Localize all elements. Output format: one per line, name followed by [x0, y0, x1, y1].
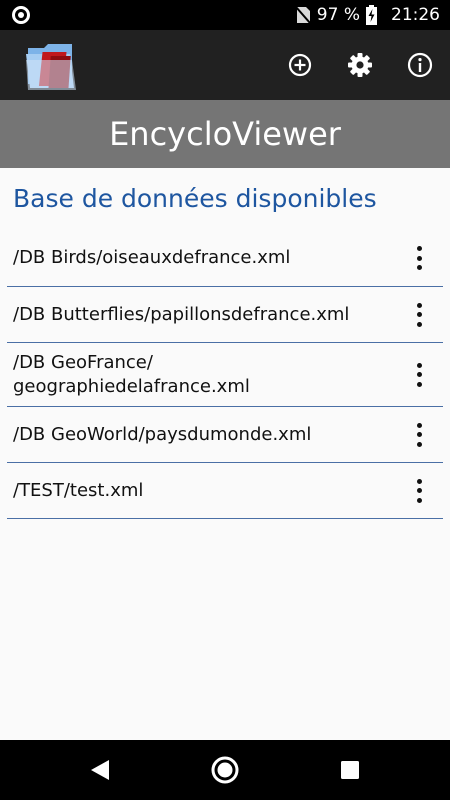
back-icon: [91, 760, 109, 780]
page-title: EncycloViewer: [109, 115, 341, 153]
overflow-dot: [416, 497, 422, 503]
overflow-menu-button[interactable]: [409, 244, 429, 272]
title-bar: EncycloViewer: [0, 100, 450, 168]
section-title: Base de données disponibles: [13, 184, 377, 213]
list-item[interactable]: /TEST/test.xml: [7, 463, 443, 519]
list-item[interactable]: /DB GeoWorld/paysdumonde.xml: [7, 407, 443, 463]
overflow-dot: [416, 422, 422, 428]
overflow-dot: [416, 372, 422, 377]
overflow-dot: [416, 432, 422, 437]
overflow-dot: [416, 321, 422, 327]
app-bar-actions: [270, 30, 450, 100]
back-button[interactable]: [70, 740, 130, 800]
add-circle-icon: [288, 53, 312, 77]
recents-icon: [341, 761, 359, 779]
database-path: /TEST/test.xml: [13, 479, 144, 501]
battery-charging-icon: [366, 5, 377, 25]
overflow-dot: [416, 488, 422, 493]
recents-button[interactable]: [320, 740, 380, 800]
overflow-menu-button[interactable]: [409, 421, 429, 449]
overflow-dot: [416, 381, 422, 387]
overflow-dot: [416, 478, 422, 484]
list-item[interactable]: /DB Birds/oiseauxdefrance.xml: [7, 230, 443, 287]
overflow-dot: [416, 265, 422, 270]
overflow-dot: [416, 255, 422, 261]
database-list: /DB Birds/oiseauxdefrance.xml /DB Butter…: [7, 230, 443, 519]
overflow-menu-button[interactable]: [409, 301, 429, 329]
overflow-dot: [416, 312, 422, 317]
database-path: /DB GeoWorld/paysdumonde.xml: [13, 423, 312, 445]
overflow-dot: [416, 302, 422, 308]
overflow-dot: [416, 441, 422, 447]
info-icon: [407, 52, 433, 78]
overflow-dot: [416, 362, 422, 368]
battery-percent: 97 %: [316, 5, 360, 25]
overflow-menu-button[interactable]: [409, 361, 429, 389]
notification-circle-icon: [12, 6, 30, 24]
list-item[interactable]: /DB Butterflies/papillonsdefrance.xml: [7, 287, 443, 343]
navigation-bar: [0, 740, 450, 800]
app-bar: [0, 30, 450, 100]
settings-button[interactable]: [330, 30, 390, 100]
database-path: /DB GeoFrance/ geographiedelafrance.xml: [13, 351, 250, 397]
home-button[interactable]: [195, 740, 255, 800]
gear-icon: [348, 53, 372, 77]
list-item[interactable]: /DB GeoFrance/ geographiedelafrance.xml: [7, 343, 443, 407]
info-button[interactable]: [390, 30, 450, 100]
app-logo-icon: [26, 44, 76, 90]
no-sim-icon: [295, 6, 311, 24]
database-path: /DB Butterflies/papillonsdefrance.xml: [13, 303, 350, 325]
database-path: /DB Birds/oiseauxdefrance.xml: [13, 247, 291, 268]
status-bar: 97 % 21:26: [0, 0, 450, 30]
clock: 21:26: [391, 5, 440, 25]
add-button[interactable]: [270, 30, 330, 100]
home-icon: [211, 756, 239, 784]
status-bar-right: 97 % 21:26: [295, 0, 440, 30]
overflow-menu-button[interactable]: [409, 477, 429, 505]
overflow-dot: [416, 246, 422, 251]
